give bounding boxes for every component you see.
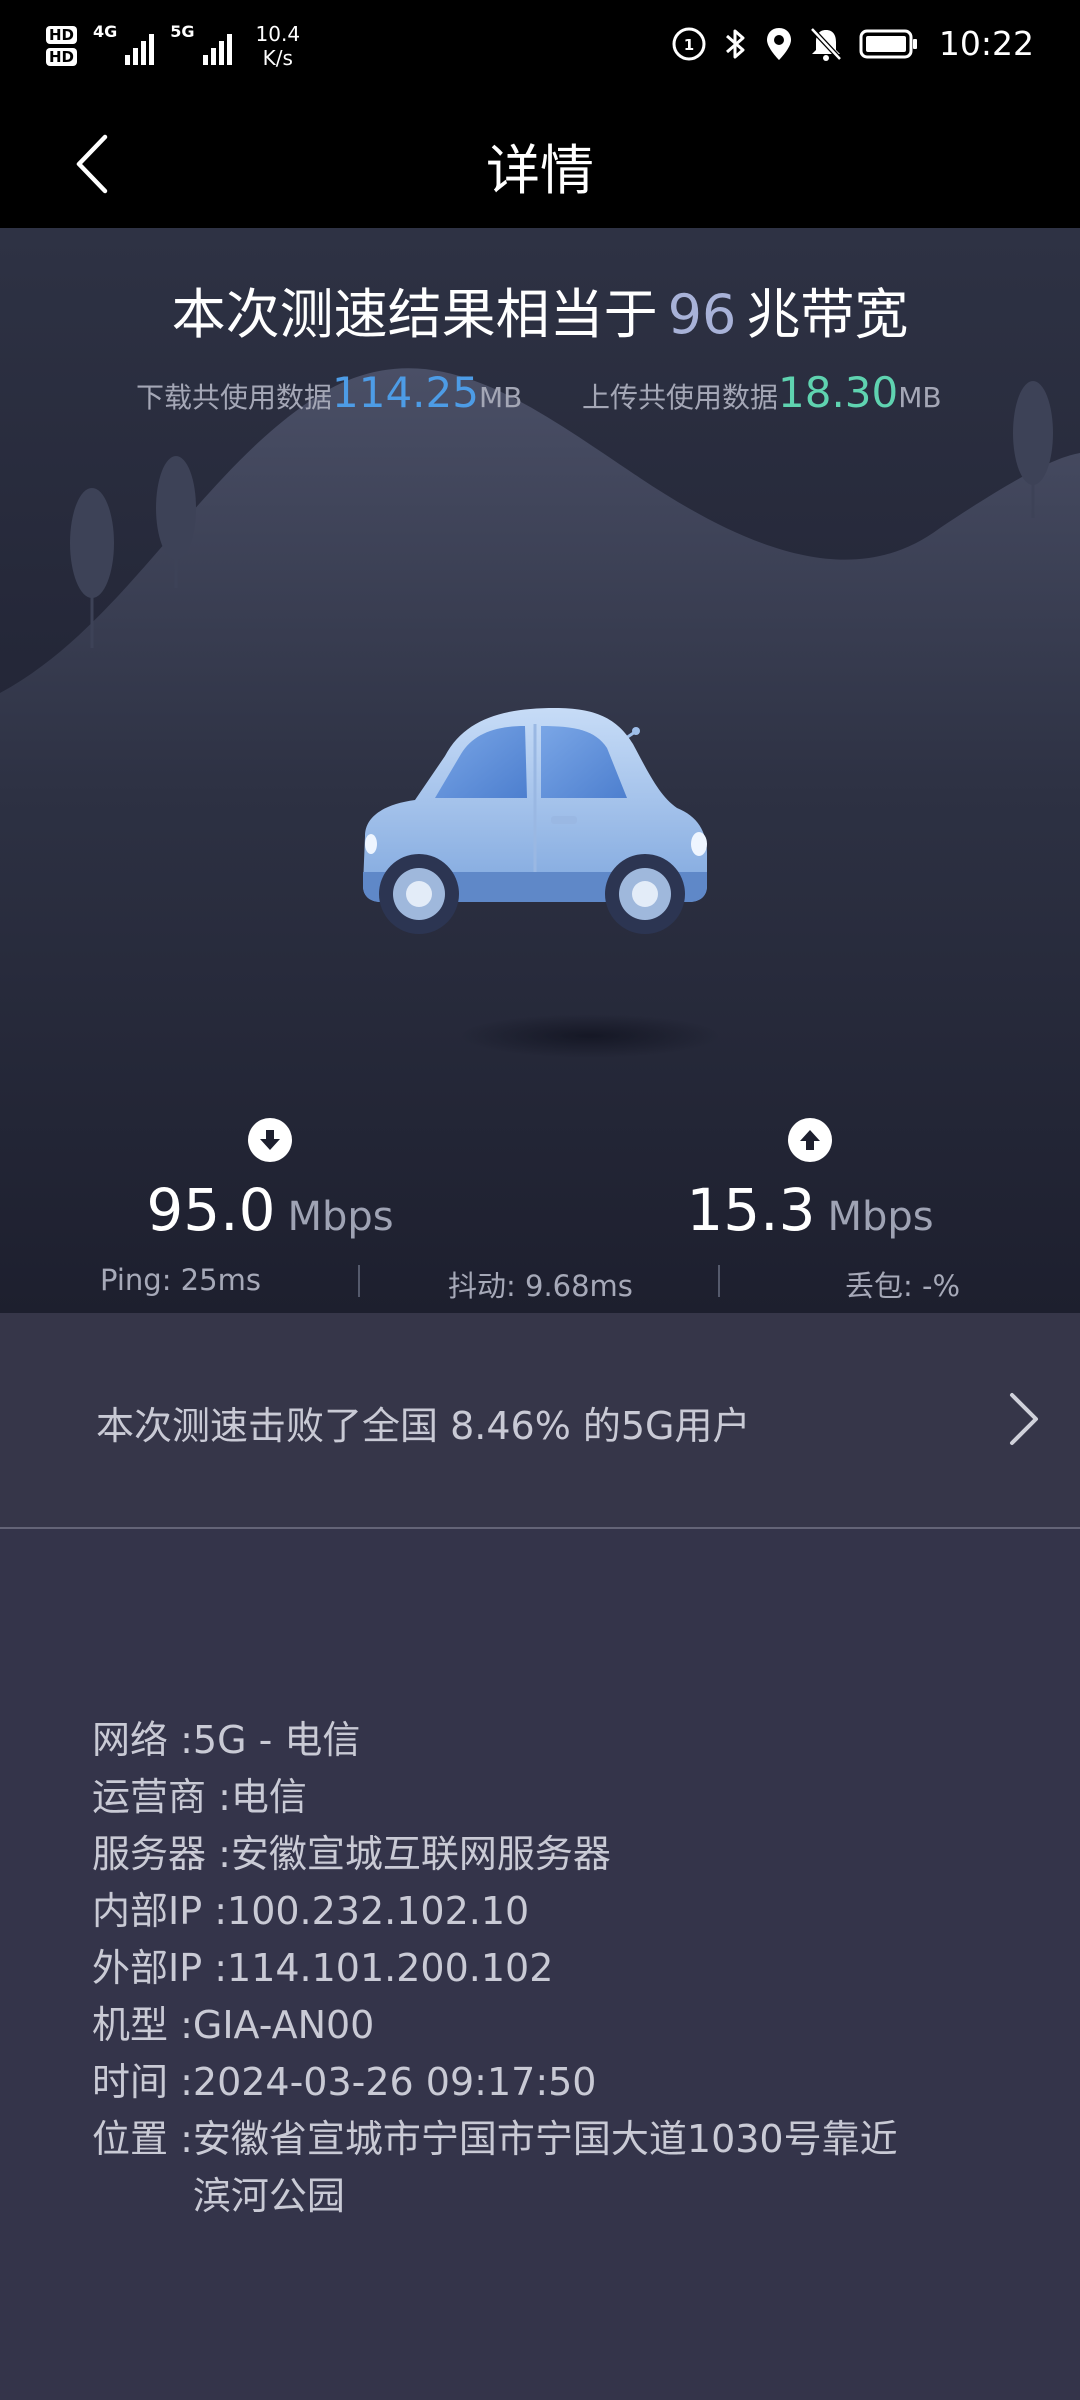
bandwidth-value: 96 bbox=[667, 283, 737, 346]
upload-speed-unit: Mbps bbox=[827, 1194, 934, 1240]
detail-model: 机型 : GIA-AN00 bbox=[92, 2003, 375, 2047]
divider bbox=[358, 1265, 360, 1297]
detail-time: 时间 : 2024-03-26 09:17:50 bbox=[92, 2060, 597, 2104]
download-data-usage: 下载共使用数据114.25MB bbox=[136, 368, 523, 417]
signal-icon bbox=[202, 27, 232, 65]
page-title: 详情 bbox=[486, 139, 594, 202]
bluetooth-icon bbox=[725, 29, 745, 58]
bandwidth-summary: 本次测速结果相当于 96 兆带宽 bbox=[171, 283, 909, 346]
divider bbox=[718, 1265, 720, 1297]
network-type-label: 5G bbox=[170, 22, 195, 41]
packet-loss-stat: 丢包: -% bbox=[845, 1269, 961, 1303]
battery-icon bbox=[859, 29, 917, 58]
signal-icon bbox=[125, 27, 155, 65]
upload-arrow-icon bbox=[788, 1118, 832, 1162]
upload-speed-value: 15.3 bbox=[686, 1176, 816, 1244]
car-illustration bbox=[363, 708, 707, 934]
hd-badge: HD bbox=[46, 48, 78, 66]
jitter-stat: 抖动: 9.68ms bbox=[448, 1269, 633, 1303]
detail-location: 位置 : 安徽省宣城市宁国市宁国大道1030号靠近滨河公园 bbox=[92, 2117, 898, 2218]
ranking-row[interactable]: 本次测速击败了全国 8.46% 的5G用户 bbox=[0, 1313, 1080, 1529]
detail-internal-ip: 内部IP : 100.232.102.10 bbox=[92, 1889, 530, 1933]
app-header: 详情 bbox=[0, 100, 1080, 228]
upload-data-usage: 上传共使用数据18.30MB bbox=[582, 368, 942, 417]
location-icon bbox=[766, 27, 791, 60]
network-type-label: 4G bbox=[93, 22, 118, 41]
download-speed: 95.0 Mbps bbox=[70, 1118, 470, 1244]
download-arrow-icon bbox=[248, 1118, 292, 1162]
ping-stat: Ping: 25ms bbox=[100, 1263, 261, 1297]
svg-text:1: 1 bbox=[684, 36, 694, 54]
upload-speed: 15.3 Mbps bbox=[610, 1118, 1010, 1244]
test-details: 网络 : 5G - 电信 运营商 : 电信 服务器 : 安徽宣城互联网服务器 内… bbox=[92, 1712, 913, 2225]
download-speed-unit: Mbps bbox=[287, 1194, 394, 1240]
mute-icon bbox=[810, 26, 842, 61]
detail-carrier: 运营商 : 电信 bbox=[92, 1775, 307, 1819]
detail-server: 服务器 : 安徽宣城互联网服务器 bbox=[92, 1832, 611, 1876]
network-speed: 10.4 K/s bbox=[255, 22, 301, 70]
hd-call-icon: 1 bbox=[672, 27, 706, 60]
download-speed-value: 95.0 bbox=[146, 1176, 276, 1244]
hd-badge: HD bbox=[46, 26, 78, 44]
clock: 10:22 bbox=[938, 24, 1034, 63]
status-bar: HD HD 4G 5G 10.4 K/s 1 10:22 bbox=[0, 0, 1080, 100]
ranking-text: 本次测速击败了全国 8.46% 的5G用户 bbox=[96, 1404, 751, 1448]
detail-external-ip: 外部IP : 114.101.200.102 bbox=[92, 1946, 554, 1990]
speed-result-hero: 本次测速结果相当于 96 兆带宽 下载共使用数据114.25MB 上传共使用数据18… bbox=[0, 228, 1080, 1313]
detail-network: 网络 : 5G - 电信 bbox=[92, 1718, 361, 1762]
chevron-right-icon bbox=[1010, 1393, 1038, 1445]
network-stats: Ping: 25ms 抖动: 9.68ms 丢包: -% bbox=[0, 1263, 1080, 1303]
